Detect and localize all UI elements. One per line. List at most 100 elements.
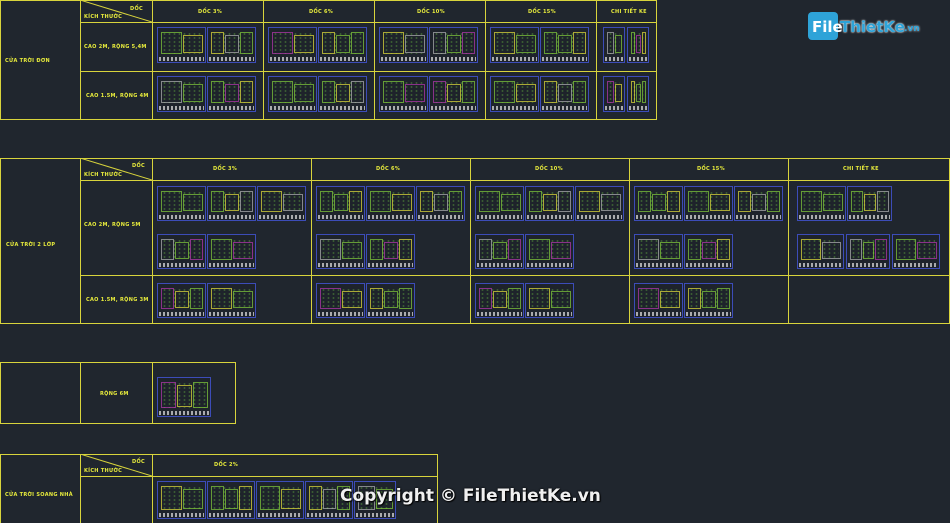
cad-sheet-thumbnail[interactable] xyxy=(157,283,206,318)
sheet-figure xyxy=(182,84,203,102)
table2-title: CỬA TRỜI 2 LỚP xyxy=(6,242,56,248)
cad-sheet-thumbnail[interactable] xyxy=(634,283,683,318)
cad-sheet-thumbnail[interactable] xyxy=(684,186,733,221)
cad-sheet-thumbnail[interactable] xyxy=(797,186,846,221)
cad-sheet-thumbnail[interactable] xyxy=(525,186,574,221)
cad-sheet-thumbnail[interactable] xyxy=(316,283,365,318)
sheet-title-block xyxy=(259,215,304,219)
cad-sheet-thumbnail[interactable] xyxy=(603,76,625,112)
cad-sheet-thumbnail[interactable] xyxy=(366,283,415,318)
cad-sheet-thumbnail[interactable] xyxy=(157,76,206,112)
cad-sheet-thumbnail[interactable] xyxy=(379,27,428,63)
cad-sheet-thumbnail[interactable] xyxy=(603,27,625,63)
cad-sheet-thumbnail[interactable] xyxy=(475,283,524,318)
sheet-title-block xyxy=(209,513,253,517)
cad-sheet-thumbnail[interactable] xyxy=(416,186,465,221)
cad-sheet-thumbnail[interactable] xyxy=(627,76,649,112)
cad-sheet-thumbnail[interactable] xyxy=(525,234,574,269)
sheet-figure xyxy=(461,32,475,54)
cad-sheet-thumbnail[interactable] xyxy=(575,186,624,221)
cad-sheet-thumbnail[interactable] xyxy=(207,27,256,63)
sheet-figure xyxy=(420,191,434,212)
cad-sheet-thumbnail[interactable] xyxy=(207,481,255,519)
cad-sheet-thumbnail[interactable] xyxy=(268,76,317,112)
cad-sheet-thumbnail[interactable] xyxy=(684,234,733,269)
cad-sheet-thumbnail[interactable] xyxy=(540,76,589,112)
cad-sheet-thumbnail[interactable] xyxy=(797,234,844,269)
cad-sheet-thumbnail[interactable] xyxy=(157,27,206,63)
cad-sheet-thumbnail[interactable] xyxy=(490,27,539,63)
sheet-figure xyxy=(600,194,621,211)
cad-sheet-thumbnail[interactable] xyxy=(379,76,428,112)
cad-sheet-thumbnail[interactable] xyxy=(207,283,256,318)
sheet-title-block xyxy=(848,263,888,267)
cad-sheet-thumbnail[interactable] xyxy=(847,186,892,221)
cad-sheet-thumbnail[interactable] xyxy=(157,377,211,417)
sheet-figure xyxy=(175,242,189,259)
cad-sheet-thumbnail[interactable] xyxy=(157,234,206,269)
sheet-title-block xyxy=(209,312,254,316)
sheet-figure xyxy=(225,194,239,211)
sheet-title-block xyxy=(686,215,731,219)
sheet-title-block xyxy=(258,513,302,517)
sheet-figure xyxy=(293,84,314,102)
cad-sheet-thumbnail[interactable] xyxy=(627,27,649,63)
cad-sheet-thumbnail[interactable] xyxy=(429,27,478,63)
sheet-title-block xyxy=(477,215,522,219)
cad-sheet-thumbnail[interactable] xyxy=(256,481,304,519)
cad-sheet-thumbnail[interactable] xyxy=(207,186,256,221)
sheet-title-block xyxy=(418,215,463,219)
sheet-figure xyxy=(638,288,659,309)
sheet-figure xyxy=(334,194,348,211)
sheet-figure xyxy=(615,35,622,53)
sheet-figure xyxy=(225,35,239,53)
sheet-figure xyxy=(821,242,841,259)
table2-row-header: CAO 1.5M, RỘNG 3M xyxy=(86,297,149,303)
sheet-figure xyxy=(211,191,225,212)
sheet-title-block xyxy=(527,263,572,267)
sheet-figure xyxy=(494,32,515,54)
cad-sheet-thumbnail[interactable] xyxy=(207,76,256,112)
table1-col-header: DỐC 10% xyxy=(417,9,445,15)
sheet-figure xyxy=(384,291,398,308)
sheet-figure xyxy=(161,32,182,54)
table2-divider xyxy=(80,158,81,324)
sheet-figure xyxy=(211,81,225,103)
sheet-title-block xyxy=(431,57,476,61)
cad-sheet-thumbnail[interactable] xyxy=(318,76,367,112)
sheet-figure xyxy=(702,242,716,259)
cad-sheet-thumbnail[interactable] xyxy=(846,234,890,269)
sheet-title-block xyxy=(527,312,572,316)
cad-sheet-thumbnail[interactable] xyxy=(366,234,415,269)
cad-sheet-thumbnail[interactable] xyxy=(429,76,478,112)
cad-sheet-thumbnail[interactable] xyxy=(257,186,306,221)
sheet-figure xyxy=(448,191,462,212)
cad-sheet-thumbnail[interactable] xyxy=(475,186,524,221)
sheet-title-block xyxy=(318,215,363,219)
cad-sheet-thumbnail[interactable] xyxy=(157,186,206,221)
sheet-figure xyxy=(309,486,322,510)
sheet-figure xyxy=(507,288,521,309)
cad-sheet-thumbnail[interactable] xyxy=(525,283,574,318)
cad-sheet-thumbnail[interactable] xyxy=(490,76,539,112)
cad-sheet-thumbnail[interactable] xyxy=(316,234,365,269)
sheet-figure xyxy=(666,191,680,212)
cad-sheet-thumbnail[interactable] xyxy=(318,27,367,63)
cad-sheet-thumbnail[interactable] xyxy=(268,27,317,63)
cad-sheet-thumbnail[interactable] xyxy=(207,234,256,269)
sheet-figure xyxy=(225,84,239,102)
cad-sheet-thumbnail[interactable] xyxy=(634,234,683,269)
cad-sheet-thumbnail[interactable] xyxy=(316,186,365,221)
cad-sheet-thumbnail[interactable] xyxy=(157,481,206,519)
header-corner-size: KÍCH THƯỚC xyxy=(84,468,123,474)
sheet-title-block xyxy=(368,263,413,267)
cad-sheet-thumbnail[interactable] xyxy=(734,186,783,221)
sheet-figure xyxy=(348,191,362,212)
sheet-figure xyxy=(384,242,398,259)
cad-sheet-thumbnail[interactable] xyxy=(634,186,683,221)
cad-sheet-thumbnail[interactable] xyxy=(366,186,415,221)
cad-sheet-thumbnail[interactable] xyxy=(892,234,940,269)
cad-sheet-thumbnail[interactable] xyxy=(540,27,589,63)
cad-sheet-thumbnail[interactable] xyxy=(475,234,524,269)
cad-sheet-thumbnail[interactable] xyxy=(684,283,733,318)
